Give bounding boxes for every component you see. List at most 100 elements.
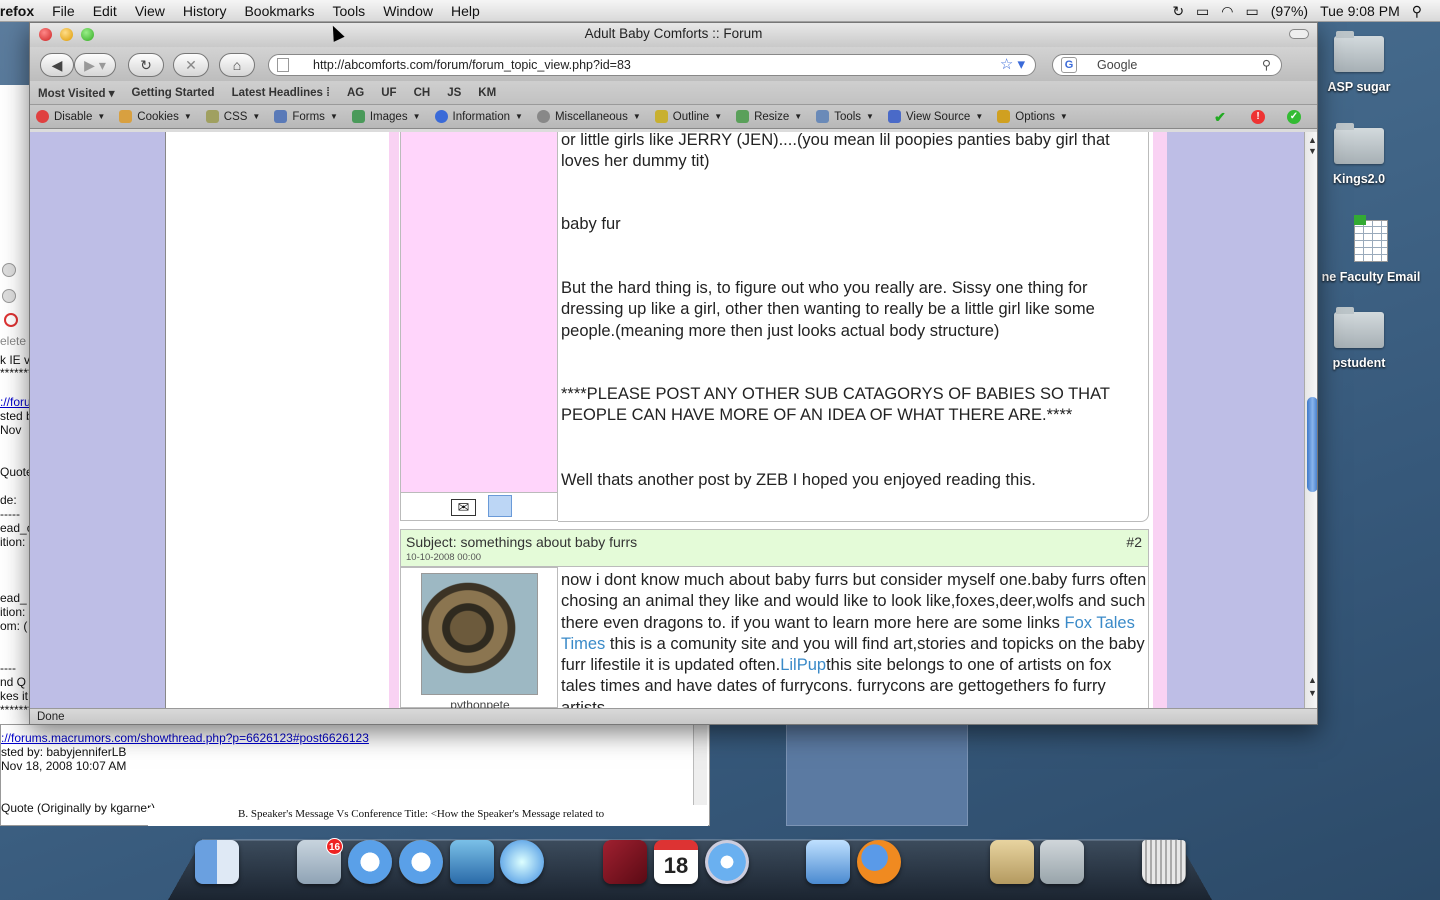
title-bar[interactable]: Adult Baby Comforts :: Forum [30, 23, 1317, 47]
css-valid-icon[interactable]: ✔ [1213, 110, 1227, 124]
devbar-css[interactable]: CSS ▼ [205, 110, 260, 123]
menu-tools[interactable]: Tools [324, 0, 375, 22]
bg-left-link[interactable]: ://foru [0, 395, 31, 409]
search-icon[interactable]: ⚲ [1262, 55, 1271, 75]
safari-icon[interactable] [348, 840, 392, 884]
trash-icon[interactable] [1142, 840, 1186, 884]
profile-icon[interactable] [488, 495, 512, 517]
menu-extras: ↻ ▭ ◠ ▭ (97%) Tue 9:08 PM ⚲ [1172, 0, 1440, 22]
safari-beta-icon[interactable] [399, 840, 443, 884]
bg-scrollbar[interactable] [693, 725, 707, 805]
options-icon [997, 110, 1011, 123]
email-icon[interactable]: ✉ [451, 499, 476, 516]
devbar-information[interactable]: Information ▼ [434, 110, 523, 123]
reload-button[interactable]: ↻ [128, 53, 164, 77]
display-icon[interactable]: ▭ [1196, 0, 1209, 22]
folder-icon [1334, 31, 1384, 72]
desktop-icon-kings[interactable]: Kings2.0 [1304, 123, 1414, 186]
bookmark-js[interactable]: JS [447, 87, 461, 99]
menu-help[interactable]: Help [442, 0, 489, 22]
bookmark-getting-started[interactable]: Getting Started [132, 87, 215, 99]
devbar-forms[interactable]: Forms ▼ [274, 110, 338, 123]
bookmark-star-icon[interactable]: ☆ ▾ [1000, 55, 1025, 75]
scroll-down-icon[interactable]: ▼ [1308, 688, 1317, 698]
background-window-blue[interactable] [786, 724, 968, 826]
wifi-icon[interactable]: ◠ [1221, 0, 1233, 22]
dictionary-icon[interactable] [603, 840, 647, 884]
scroll-up-icon[interactable]: ▲ [1308, 135, 1317, 145]
link-lilpup[interactable]: LilPup [780, 656, 826, 674]
minimize-button[interactable] [60, 28, 73, 41]
devbar-miscellaneous[interactable]: Miscellaneous ▼ [536, 110, 641, 123]
devbar-resize[interactable]: Resize ▼ [736, 110, 802, 123]
devbar-outline[interactable]: Outline ▼ [654, 110, 722, 123]
search-bar[interactable]: G Google ⚲ [1052, 54, 1282, 76]
devbar-tools[interactable]: Tools ▼ [816, 110, 874, 123]
desktop-icon-asp-sugar[interactable]: ASP sugar [1304, 31, 1414, 94]
scrollbar-thumb[interactable] [1307, 397, 1317, 492]
status-bar: Done [30, 708, 1317, 724]
background-window-left[interactable]: elete k IE v ******* ://foru sted b Nov … [0, 85, 32, 725]
clock[interactable]: Tue 9:08 PM [1320, 3, 1400, 19]
itunes-icon[interactable] [705, 840, 749, 884]
valid-icon[interactable]: ✓ [1287, 110, 1301, 124]
toolbar-toggle-button[interactable] [1289, 29, 1309, 39]
home-button[interactable]: ⌂ [219, 53, 255, 77]
desktop-icon-label: ASP sugar [1327, 80, 1391, 94]
vertical-scrollbar[interactable]: ▲ ▼ ▲ ▼ [1304, 132, 1317, 708]
stop-icon: ✕ [185, 57, 197, 73]
ichat-icon[interactable] [500, 840, 544, 884]
devbar-images[interactable]: Images ▼ [351, 110, 421, 123]
devbar-disable[interactable]: Disable ▼ [36, 110, 105, 123]
author-name[interactable]: pythonpete [401, 698, 559, 708]
firefox-icon[interactable] [857, 840, 901, 884]
error-icon[interactable]: ! [1251, 110, 1265, 124]
zoom-button[interactable] [81, 28, 94, 41]
documents-stack-icon[interactable] [990, 840, 1034, 884]
bookmark-ag[interactable]: AG [347, 87, 364, 99]
bookmark-uf[interactable]: UF [381, 87, 396, 99]
devbar-view-source[interactable]: View Source ▼ [887, 110, 983, 123]
post2-number[interactable]: #2 [1126, 534, 1142, 550]
bookmark-most-visited[interactable]: Most Visited ▾ [38, 86, 115, 100]
devbar-cookies[interactable]: Cookies ▼ [119, 110, 192, 123]
menu-edit[interactable]: Edit [84, 0, 126, 22]
bg-link[interactable]: ://forums.macrumors.com/showthread.php?p… [1, 731, 369, 745]
outline-icon [654, 110, 668, 123]
back-button[interactable]: ◀ [40, 53, 74, 77]
iweb-icon[interactable] [806, 840, 850, 884]
bookmarks-toolbar: Most Visited ▾ Getting Started Latest He… [30, 81, 1317, 105]
avatar[interactable] [421, 573, 538, 695]
pink-border-right [1153, 132, 1167, 708]
firefox-window[interactable]: Adult Baby Comforts :: Forum ◀ ▶ ▾ ↻ ✕ ⌂… [29, 22, 1318, 725]
close-button[interactable] [39, 28, 52, 41]
bookmark-km[interactable]: KM [478, 87, 496, 99]
google-icon[interactable]: G [1061, 57, 1077, 73]
menu-file[interactable]: File [43, 0, 84, 22]
desktop-icon-pstudent[interactable]: pstudent [1304, 307, 1414, 370]
url-bar[interactable]: http://abcomforts.com/forum/forum_topic_… [268, 54, 1036, 76]
menu-view[interactable]: View [126, 0, 174, 22]
scroll-down-icon[interactable]: ▼ [1308, 146, 1317, 156]
forward-button[interactable]: ▶ ▾ [74, 53, 116, 77]
menu-history[interactable]: History [174, 0, 236, 22]
page-viewport[interactable]: ✉ or little girls like JERRY (JEN)....(y… [30, 132, 1304, 708]
bookmark-latest-headlines[interactable]: Latest Headlines ⁞ [232, 87, 330, 99]
calendar-icon[interactable]: 18 [654, 840, 698, 884]
scroll-up-icon[interactable]: ▲ [1308, 675, 1317, 685]
desktop-icon-faculty-email[interactable]: ne Faculty Email [1316, 215, 1426, 284]
menu-bookmarks[interactable]: Bookmarks [235, 0, 323, 22]
menu-app-firefox[interactable]: irefox [0, 0, 43, 22]
downloads-stack-icon[interactable] [1040, 840, 1084, 884]
post2-subject: Subject: somethings about baby furrs [406, 534, 638, 550]
network-icon[interactable] [450, 840, 494, 884]
devbar-options[interactable]: Options ▼ [997, 110, 1068, 123]
finder-icon[interactable] [195, 840, 239, 884]
bookmark-ch[interactable]: CH [414, 87, 431, 99]
mail-badge: 16 [326, 838, 343, 855]
stop-button[interactable]: ✕ [173, 53, 209, 77]
menu-window[interactable]: Window [374, 0, 442, 22]
time-machine-icon[interactable]: ↻ [1172, 0, 1184, 22]
spotlight-icon[interactable]: ⚲ [1412, 0, 1422, 22]
battery-icon[interactable]: ▭ [1246, 0, 1259, 22]
